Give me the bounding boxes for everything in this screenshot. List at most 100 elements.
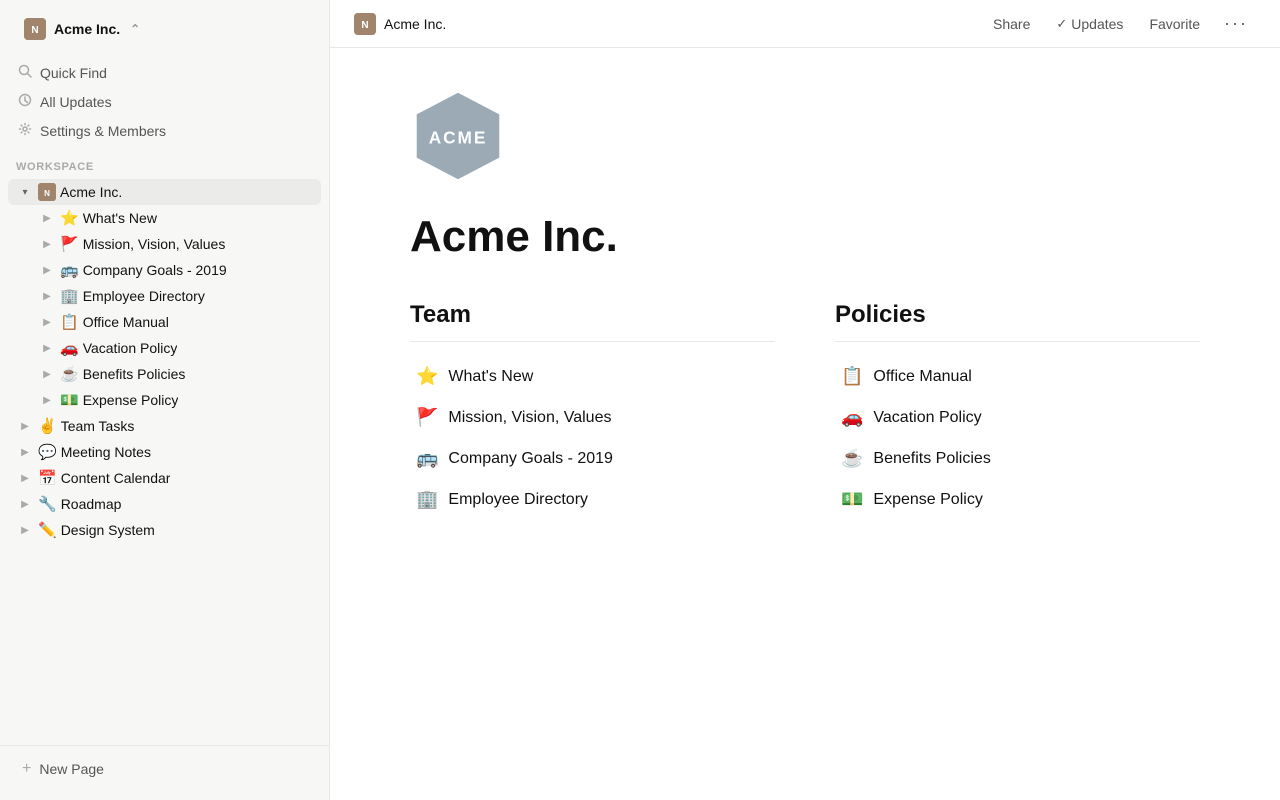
toggle-icon: ▶ [38,287,56,305]
settings-label: Settings & Members [40,123,166,139]
team-item-mission[interactable]: 🚩 Mission, Vision, Values [410,399,775,436]
benefits-icon: ☕ [841,448,863,469]
policy-item-benefits[interactable]: ☕ Benefits Policies [835,440,1200,477]
svg-text:N: N [44,189,50,198]
mission-label: Mission, Vision, Values [83,236,226,252]
tree-item-design-system[interactable]: ▶ ✏️ Design System [8,517,321,543]
topbar: N Acme Inc. Share ✓ Updates Favorite ··· [330,0,1280,48]
benefits-text: Benefits Policies [873,450,990,468]
policy-item-vacation[interactable]: 🚗 Vacation Policy [835,399,1200,436]
new-page-button[interactable]: + New Page [12,754,317,784]
mission-emoji: 🚩 [60,235,79,253]
sidebar-item-all-updates[interactable]: All Updates [8,87,321,116]
sidebar-item-settings[interactable]: Settings & Members [8,116,321,145]
office-manual-text: Office Manual [873,368,971,386]
benefits-label: Benefits Policies [83,366,186,382]
team-list: ⭐ What's New 🚩 Mission, Vision, Values 🚌… [410,358,775,518]
expense-emoji: 💵 [60,391,79,409]
tree-item-content-calendar[interactable]: ▶ 📅 Content Calendar [8,465,321,491]
tree-item-benefits[interactable]: ▶ ☕ Benefits Policies [30,361,321,387]
tree-item-team-tasks[interactable]: ▶ ✌️ Team Tasks [8,413,321,439]
updates-button[interactable]: ✓ Updates [1046,12,1133,36]
page-content: ACME Acme Inc. Team ⭐ What's New 🚩 Missi… [330,48,1280,800]
share-button[interactable]: Share [983,12,1040,36]
policies-column: Policies 📋 Office Manual 🚗 Vacation Poli… [835,301,1200,518]
employee-icon: 🏢 [416,489,438,510]
employee-text: Employee Directory [448,491,588,509]
team-tasks-label: Team Tasks [61,418,135,434]
design-system-emoji: ✏️ [38,521,57,539]
toggle-icon: ▶ [38,313,56,331]
plus-icon: + [22,760,31,778]
goals-emoji: 🚌 [60,261,79,279]
toggle-icon: ▶ [16,495,34,513]
team-item-whats-new[interactable]: ⭐ What's New [410,358,775,395]
policy-item-office-manual[interactable]: 📋 Office Manual [835,358,1200,395]
goals-text: Company Goals - 2019 [448,450,613,468]
vacation-text: Vacation Policy [873,409,981,427]
tree-item-expense[interactable]: ▶ 💵 Expense Policy [30,387,321,413]
topbar-actions: Share ✓ Updates Favorite ··· [983,9,1256,38]
mission-icon: 🚩 [416,407,438,428]
toggle-icon: ▶ [38,209,56,227]
svg-text:N: N [31,25,38,36]
tree-children-acme: ▶ ⭐ What's New ▶ 🚩 Mission, Vision, Valu… [8,205,321,413]
toggle-icon: ▶ [38,391,56,409]
quick-find-label: Quick Find [40,65,107,81]
toggle-icon: ▶ [16,443,34,461]
page-columns: Team ⭐ What's New 🚩 Mission, Vision, Val… [410,301,1200,518]
tree-item-company-goals[interactable]: ▶ 🚌 Company Goals - 2019 [30,257,321,283]
content-calendar-label: Content Calendar [61,470,171,486]
workspace-name-label: Acme Inc. [54,21,120,37]
gear-icon [18,122,32,139]
office-manual-icon: 📋 [841,366,863,387]
tree-item-acme-root[interactable]: ▾ N Acme Inc. [8,179,321,205]
workspace-title[interactable]: N Acme Inc. ⌃ [12,10,317,48]
page-icon: ACME [410,88,1200,189]
toggle-icon: ▶ [38,261,56,279]
chevron-down-icon: ⌃ [130,22,140,36]
toggle-icon: ▶ [38,365,56,383]
tree-item-vacation-policy[interactable]: ▶ 🚗 Vacation Policy [30,335,321,361]
team-item-goals[interactable]: 🚌 Company Goals - 2019 [410,440,775,477]
content-calendar-emoji: 📅 [38,469,57,487]
vacation-icon: 🚗 [841,407,863,428]
tree-item-employee-dir[interactable]: ▶ 🏢 Employee Directory [30,283,321,309]
mission-text: Mission, Vision, Values [448,409,611,427]
toggle-icon: ▶ [38,235,56,253]
topbar-title: Acme Inc. [384,16,975,32]
sidebar-item-quick-find[interactable]: Quick Find [8,58,321,87]
whats-new-text: What's New [448,368,533,386]
tree-item-whats-new[interactable]: ▶ ⭐ What's New [30,205,321,231]
benefits-emoji: ☕ [60,365,79,383]
roadmap-label: Roadmap [61,496,122,512]
roadmap-emoji: 🔧 [38,495,57,513]
toggle-icon: ▶ [38,339,56,357]
check-icon: ✓ [1056,16,1067,32]
more-options-button[interactable]: ··· [1216,9,1256,38]
tree-item-roadmap[interactable]: ▶ 🔧 Roadmap [8,491,321,517]
sidebar: N Acme Inc. ⌃ Quick Find [0,0,330,800]
updates-label: Updates [1071,16,1123,32]
team-item-employee-dir[interactable]: 🏢 Employee Directory [410,481,775,518]
policy-item-expense[interactable]: 💵 Expense Policy [835,481,1200,518]
tree-item-meeting-notes[interactable]: ▶ 💬 Meeting Notes [8,439,321,465]
clock-icon [18,93,32,110]
office-label: Office Manual [83,314,169,330]
favorite-button[interactable]: Favorite [1139,12,1210,36]
tree-item-office-manual[interactable]: ▶ 📋 Office Manual [30,309,321,335]
employee-emoji: 🏢 [60,287,79,305]
goals-icon: 🚌 [416,448,438,469]
page-title: Acme Inc. [410,213,1200,261]
expense-text: Expense Policy [873,491,982,509]
vacation-emoji: 🚗 [60,339,79,357]
expense-label: Expense Policy [83,392,179,408]
all-updates-label: All Updates [40,94,112,110]
tree-item-mission[interactable]: ▶ 🚩 Mission, Vision, Values [30,231,321,257]
goals-label: Company Goals - 2019 [83,262,227,278]
whats-new-icon: ⭐ [416,366,438,387]
whats-new-label: What's New [83,210,157,226]
team-tasks-emoji: ✌️ [38,417,57,435]
expand-icon: ▾ [16,183,34,201]
workspace-section-label: WORKSPACE [0,149,329,177]
